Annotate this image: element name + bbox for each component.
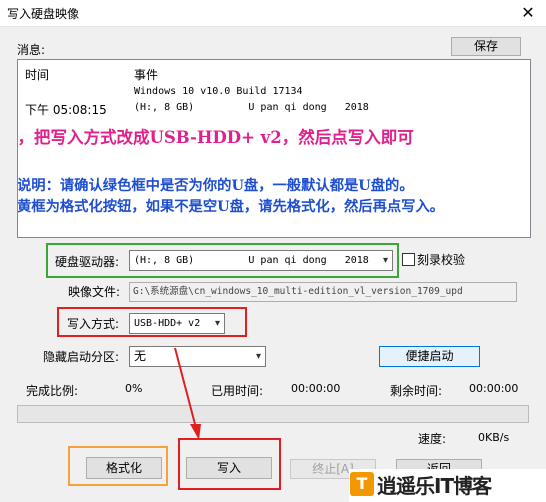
annotation-arrow — [174, 347, 201, 440]
watermark: T 逍遥乐IT博客 — [349, 469, 546, 502]
watermark-text: 逍遥乐IT博客 — [377, 474, 492, 498]
watermark-logo-icon: T — [350, 472, 374, 496]
